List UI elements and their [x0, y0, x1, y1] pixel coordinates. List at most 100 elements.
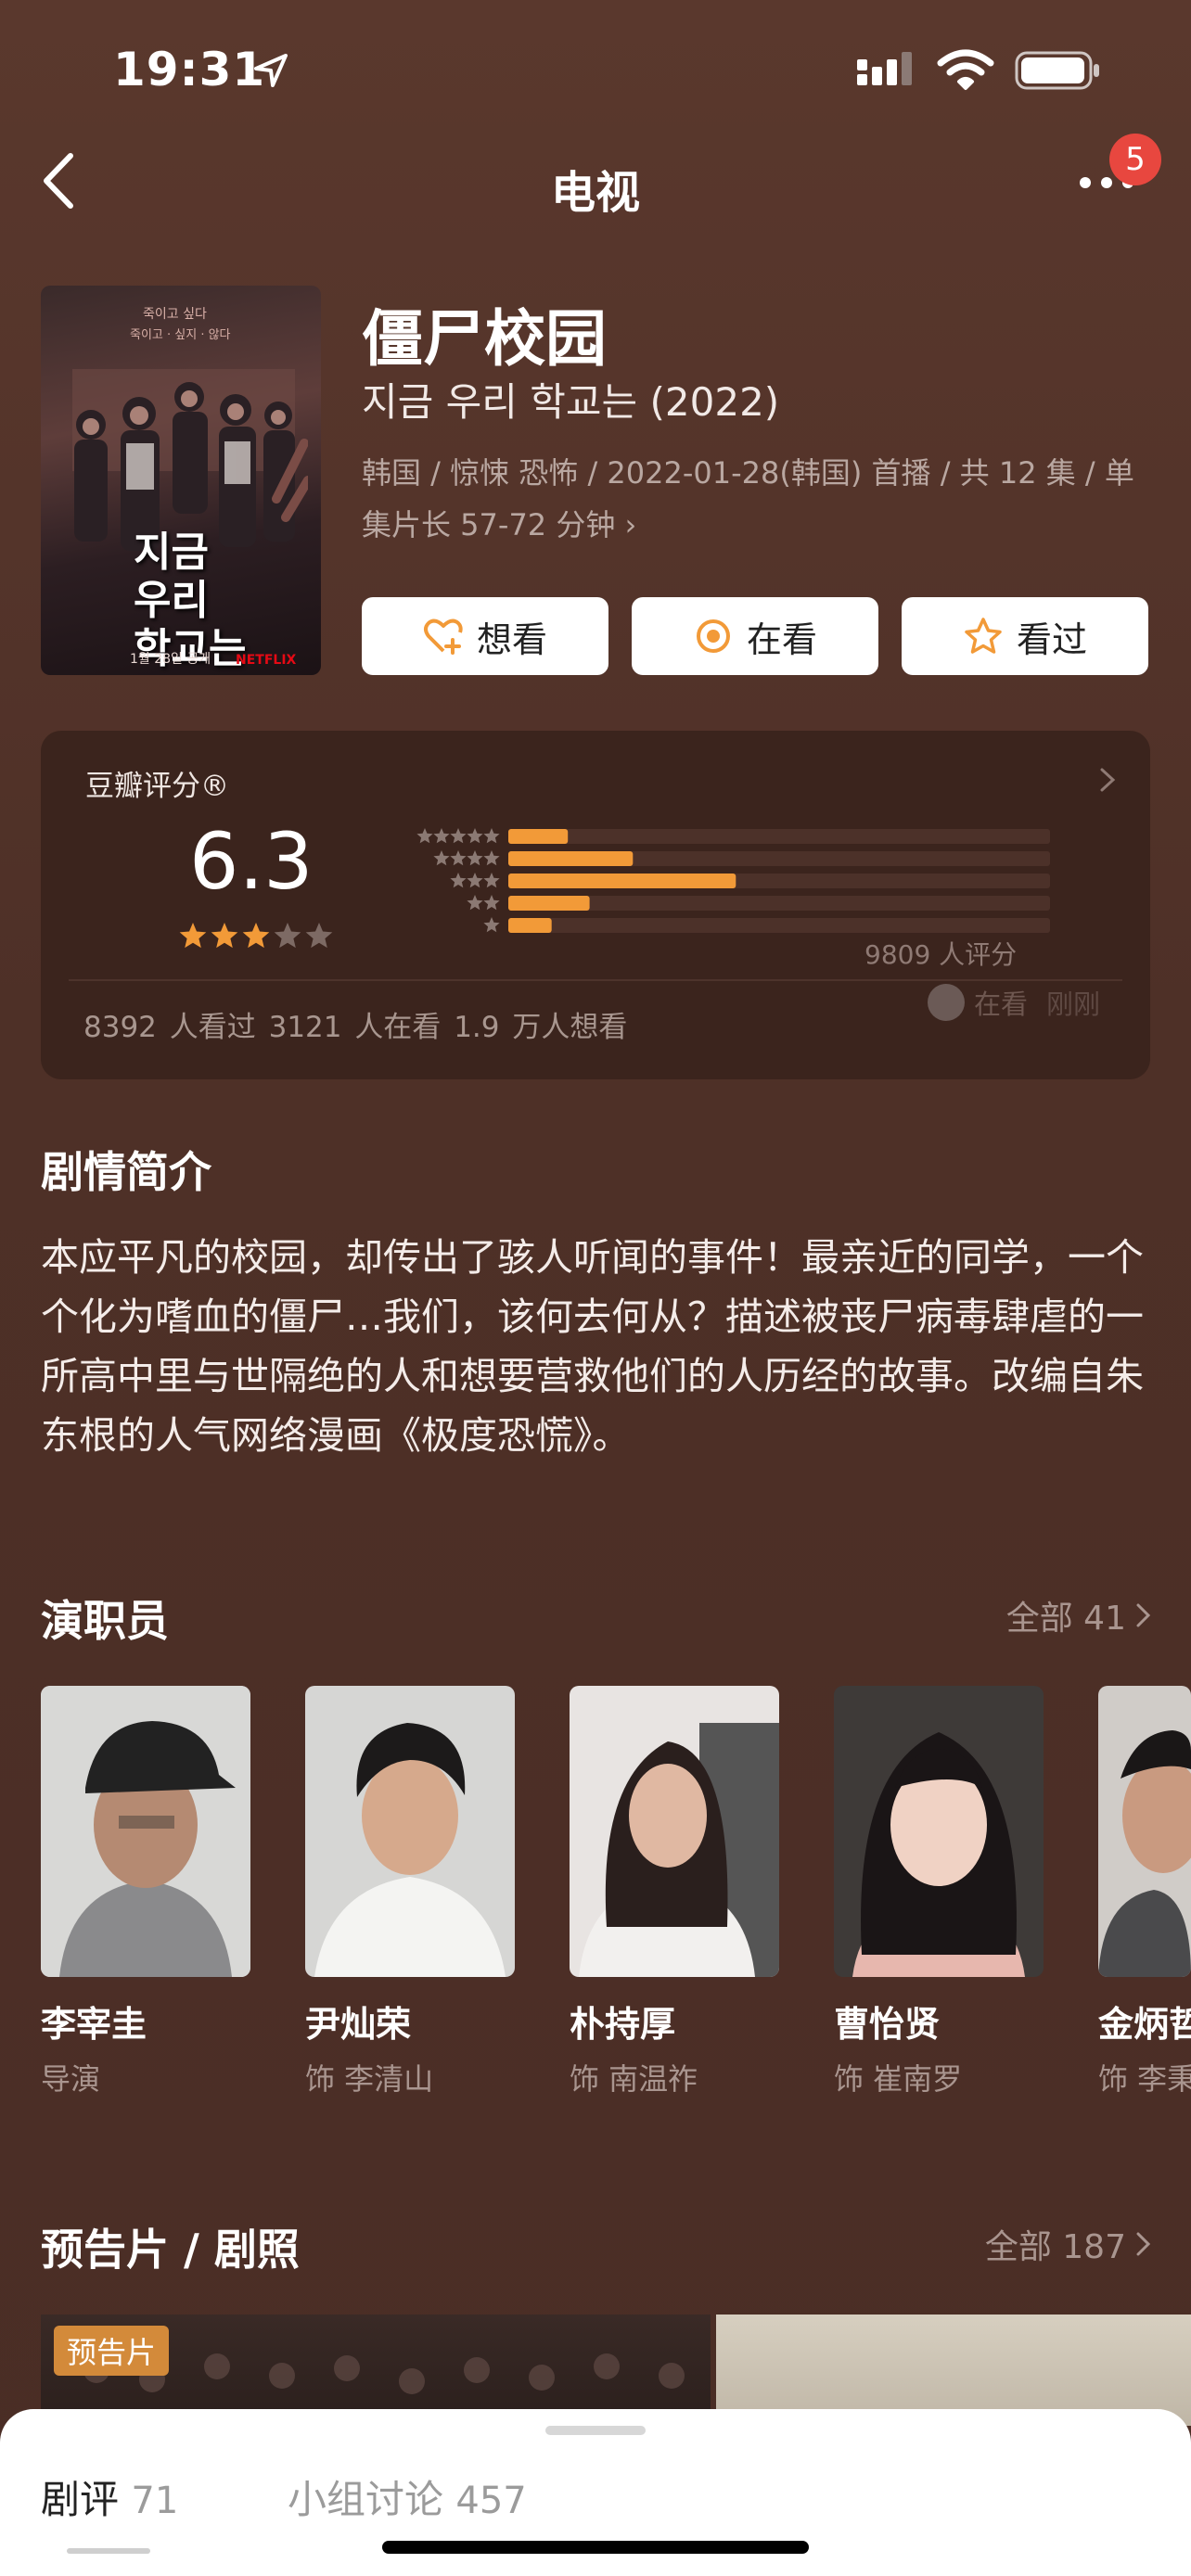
avatar: [928, 984, 965, 1021]
rating-card[interactable]: 豆瓣评分® 6.3 9809 人评分 8392 人看过 3121 人在看 1.9…: [41, 731, 1150, 1079]
battery-icon: [1015, 51, 1099, 90]
cast-role: 饰 李清山: [305, 2061, 434, 2097]
rating-distribution-chart: [416, 828, 1050, 933]
chevron-right-icon: [1136, 1603, 1151, 1627]
tab-group-discussions[interactable]: 小组讨论 457: [288, 2468, 527, 2525]
poster-figures: [72, 369, 308, 551]
cast-all-link[interactable]: 全部 41: [1006, 1591, 1154, 1639]
star-empty-icon: [305, 923, 333, 949]
media-all-label: 全部 187: [984, 2228, 1126, 2266]
drag-handle[interactable]: [545, 2426, 646, 2435]
watching-button[interactable]: 在看: [632, 597, 878, 675]
distribution-track: [508, 829, 1050, 844]
star-outline-icon: [965, 618, 1002, 654]
viewer-stats: 8392 人看过 3121 人在看 1.9 万人想看: [83, 1011, 628, 1044]
distribution-star-icon: [433, 850, 450, 866]
cast-card[interactable]: 金炳哲 饰 李秉: [1098, 1686, 1191, 2098]
cast-photo: [41, 1686, 250, 1977]
cast-role: 饰 崔南罗: [834, 2061, 963, 2097]
distribution-star-icon: [450, 828, 467, 844]
reviews-bottom-sheet[interactable]: 剧评 71 小组讨论 457: [0, 2409, 1191, 2576]
distribution-star-icon: [483, 828, 500, 844]
distribution-star-icon: [467, 850, 483, 866]
poster-tagline: 죽이고 싶다: [143, 307, 207, 322]
cast-name: 朴持厚: [570, 2004, 676, 2045]
distribution-star-icon: [467, 895, 483, 911]
distribution-star-icon: [467, 828, 483, 844]
star-filled-icon: [242, 923, 270, 949]
cast-photo: [305, 1686, 515, 1977]
person-photo: [570, 1686, 779, 1977]
rating-stars: [179, 923, 333, 949]
want-to-watch-label: 想看: [476, 618, 547, 660]
distribution-bar: [508, 874, 736, 888]
show-title: 僵尸校园: [362, 303, 607, 375]
location-arrow-icon: [254, 54, 288, 87]
watching-label: 在看: [746, 618, 817, 660]
cast-role: 饰 南温祚: [570, 2061, 698, 2097]
media-all-link[interactable]: 全部 187: [985, 2220, 1154, 2268]
heart-plus-icon: [423, 618, 463, 655]
distribution-bar: [508, 896, 590, 911]
status-bar: 19:31: [0, 0, 1191, 139]
rating-count: 9809 人评分: [864, 939, 1018, 970]
distribution-star-icon: [483, 895, 500, 911]
distribution-star-icon: [483, 873, 500, 888]
cast-name: 尹灿荣: [305, 2004, 412, 2045]
chevron-right-icon: [1136, 2232, 1151, 2256]
recent-watcher-status: 在看: [974, 988, 1029, 1020]
want-to-watch-button[interactable]: 想看: [362, 597, 608, 675]
distribution-star-icon: [416, 828, 433, 844]
person-photo: [1098, 1686, 1191, 1977]
poster-release: 1월 28일 공개: [130, 652, 211, 667]
synopsis-text[interactable]: 本应平凡的校园，却传出了骇人听闻的事件！最亲近的同学，一个个化为嗜血的僵尸…我们…: [41, 1228, 1154, 1465]
distribution-star-icon: [483, 917, 500, 933]
cast-card[interactable]: 尹灿荣 饰 李清山: [305, 1686, 515, 2098]
recent-watcher: 在看 刚刚: [928, 983, 1100, 1022]
cast-photo: [834, 1686, 1044, 1977]
page-title: 电视: [550, 167, 640, 219]
tab-indicator: [67, 2548, 150, 2554]
cast-heading: 演职员: [41, 1596, 169, 1646]
cast-photo: [570, 1686, 779, 1977]
distribution-star-icon: [433, 828, 450, 844]
distribution-track: [508, 918, 1050, 933]
cast-role: 饰 李秉: [1098, 2061, 1191, 2097]
person-photo: [305, 1686, 515, 1977]
star-filled-icon: [179, 923, 207, 949]
cast-card[interactable]: 李宰圭 导演: [41, 1686, 250, 2098]
show-meta[interactable]: 韩国 / 惊悚 恐怖 / 2022-01-28(韩国) 首播 / 共 12 集 …: [362, 447, 1141, 551]
watched-label: 看过: [1016, 618, 1087, 660]
poster-subtagline: 죽이고 · 싶지 · 않다: [130, 328, 231, 342]
divider: [69, 979, 1122, 981]
original-title: 지금 우리 학교는 (2022): [362, 379, 780, 425]
wifi-icon: [937, 49, 994, 90]
cast-name: 李宰圭: [41, 2004, 147, 2045]
cast-card[interactable]: 曹怡贤 饰 崔南罗: [834, 1686, 1044, 2098]
tab-reviews[interactable]: 剧评 71: [41, 2468, 178, 2525]
distribution-star-icon: [483, 850, 500, 866]
cast-all-label: 全部 41: [1005, 1600, 1126, 1638]
cast-role: 导演: [41, 2061, 101, 2097]
star-empty-icon: [274, 923, 301, 949]
cellular-signal-icon: [857, 52, 912, 85]
home-indicator[interactable]: [382, 2541, 809, 2554]
status-time: 19:31: [113, 43, 266, 96]
distribution-bar: [508, 851, 634, 866]
trailer-tag: 预告片: [54, 2326, 170, 2376]
chevron-right-icon: [1100, 768, 1116, 792]
star-filled-icon: [211, 923, 238, 949]
cast-card[interactable]: 朴持厚 饰 南温祚: [570, 1686, 779, 2098]
watched-button[interactable]: 看过: [902, 597, 1148, 675]
distribution-star-icon: [450, 873, 467, 888]
poster-brand: NETFLIX: [236, 653, 297, 668]
cast-photo: [1098, 1686, 1191, 1977]
person-photo: [41, 1686, 250, 1977]
notification-badge: 5: [1109, 134, 1161, 185]
target-icon: [696, 619, 730, 653]
distribution-bar: [508, 829, 569, 844]
poster-image[interactable]: 죽이고 싶다 죽이고 · 싶지 · 않다 지금 우리 학교는 1월 28일 공개…: [41, 286, 321, 675]
distribution-bar: [508, 918, 552, 933]
rating-source-label: 豆瓣评分®: [85, 770, 229, 803]
distribution-star-icon: [450, 850, 467, 866]
